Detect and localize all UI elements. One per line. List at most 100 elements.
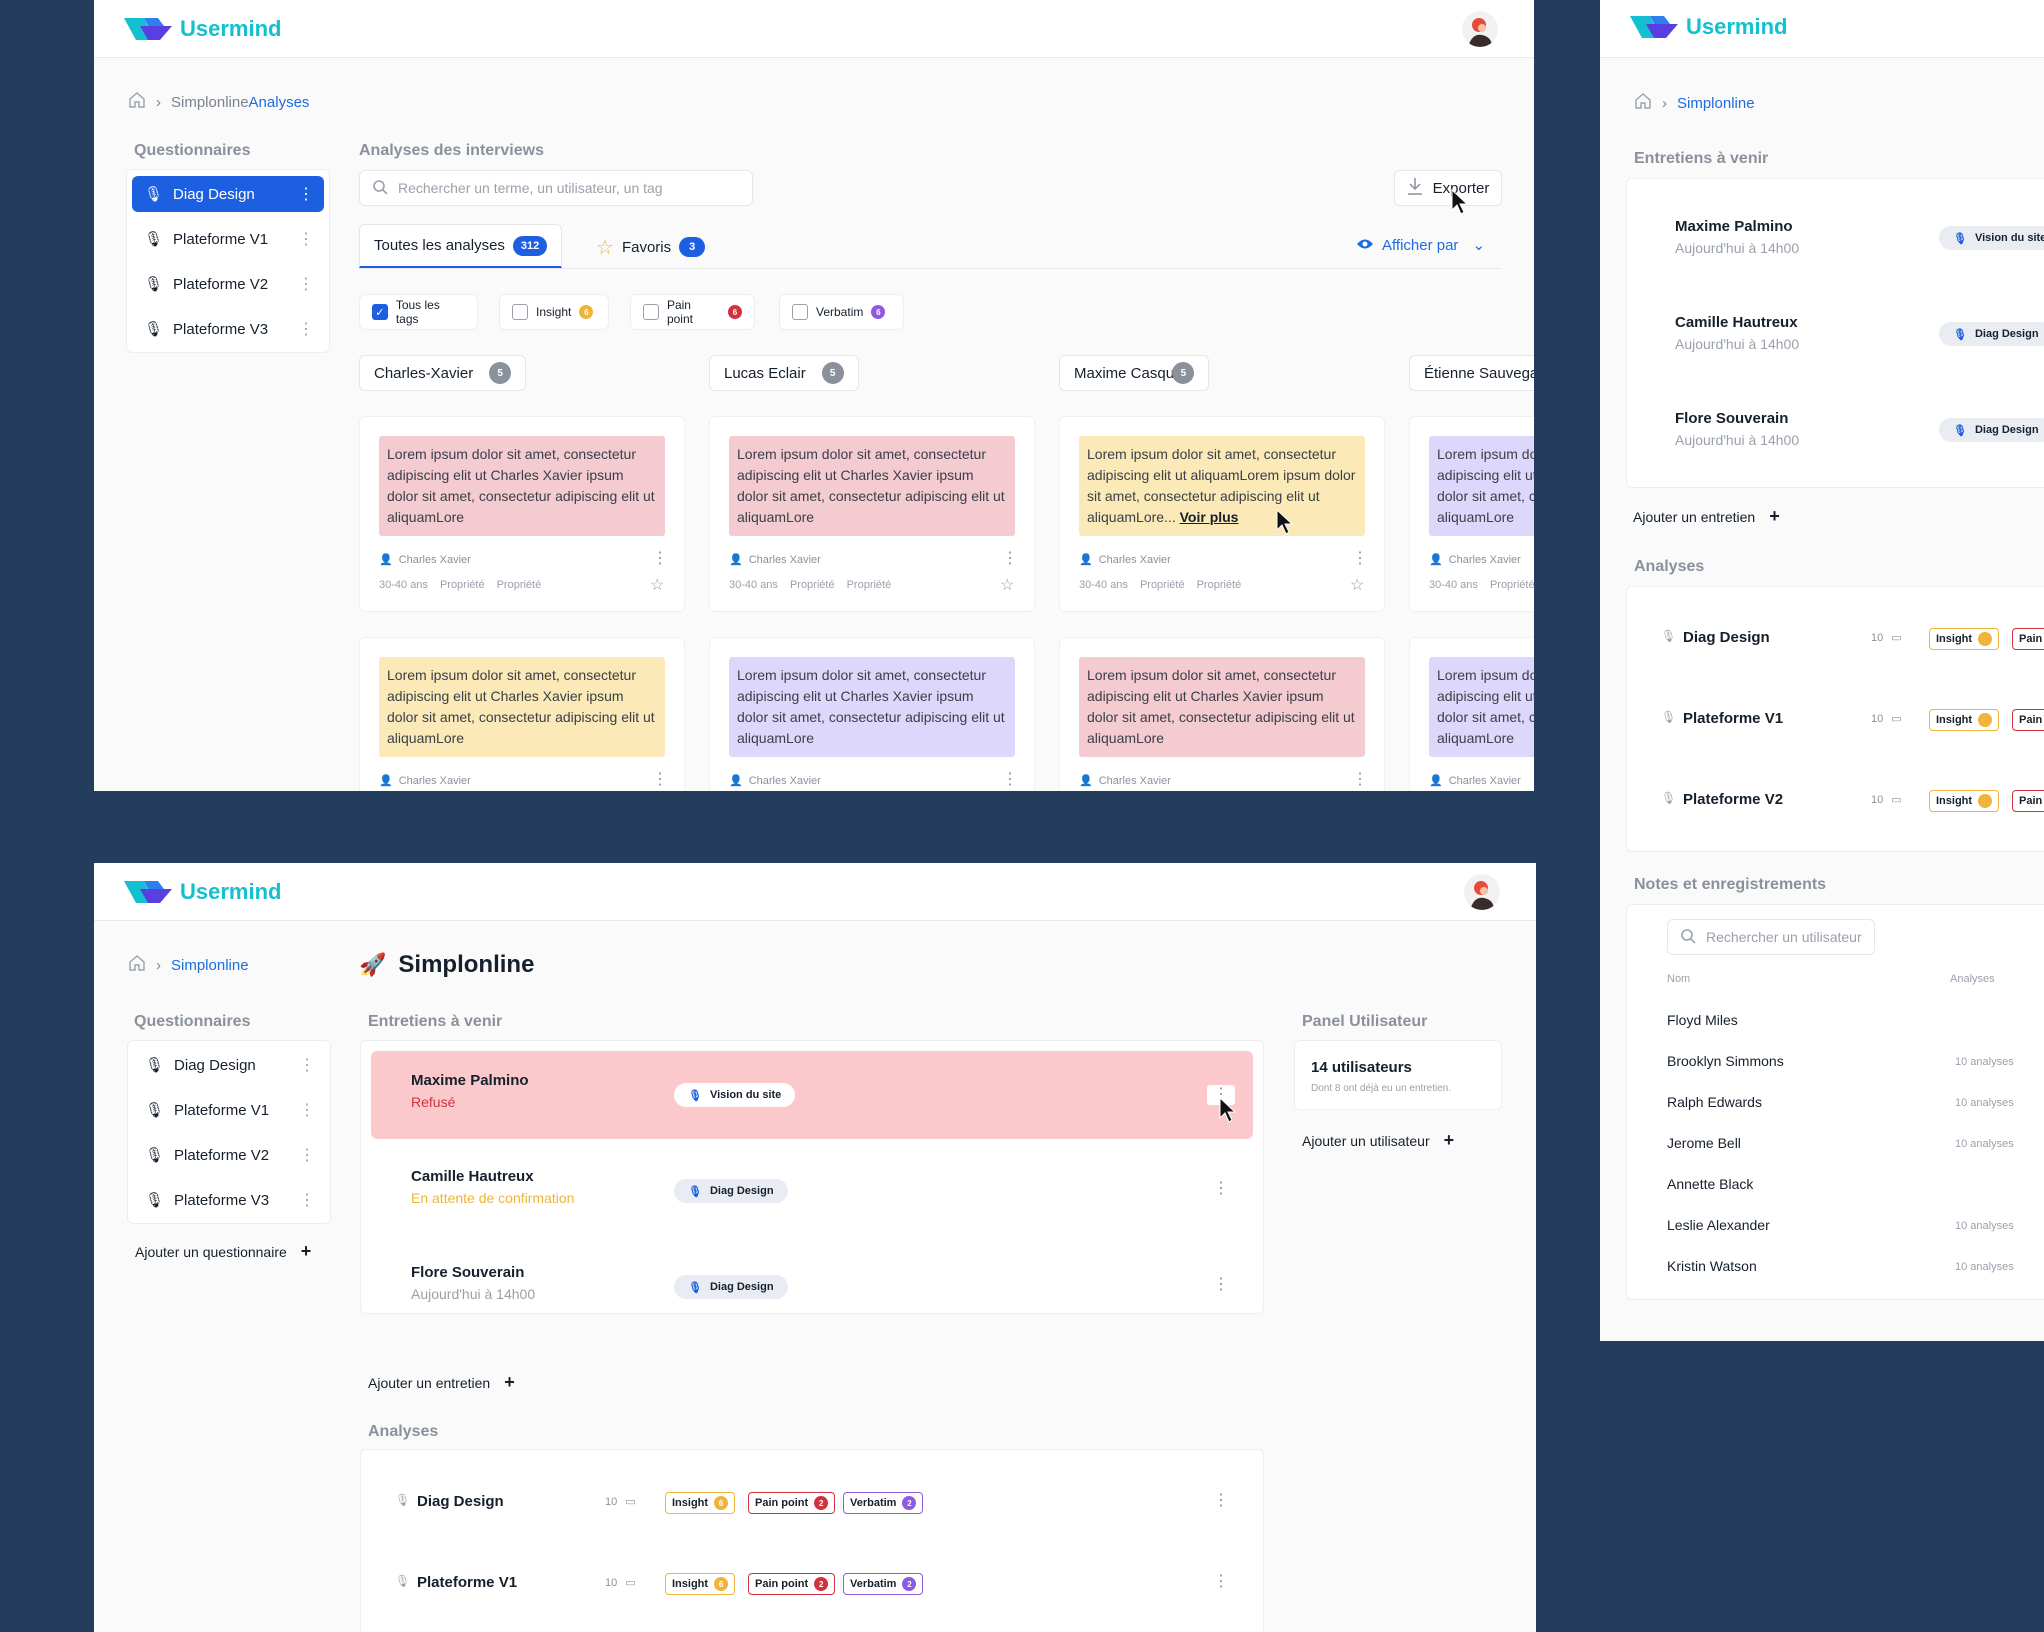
more-icon[interactable]: ⋮ — [1352, 772, 1368, 788]
more-icon[interactable]: ⋮ — [1002, 551, 1018, 567]
logo[interactable]: Usermind — [124, 16, 281, 42]
verbatim-tag[interactable]: Verbatim 2 — [843, 1492, 924, 1514]
more-icon[interactable]: ⋮ — [652, 551, 668, 567]
analysis-row[interactable] — [361, 1450, 1265, 1530]
interview-row-refused[interactable] — [371, 1051, 1253, 1139]
more-icon[interactable]: ⋮ — [652, 772, 668, 788]
add-interview-button[interactable]: Ajouter un entretien + — [368, 1372, 515, 1393]
home-icon[interactable] — [128, 91, 146, 113]
display-by-dropdown[interactable]: Afficher par ⌄ — [1356, 236, 1485, 254]
pain-point-tag[interactable]: Pain point 2 — [748, 1573, 836, 1595]
analysis-card[interactable]: Lorem ipsum dolor sit amet, consectetur … — [709, 637, 1035, 791]
checkbox-icon[interactable] — [512, 304, 528, 320]
questionnaire-item[interactable]: 🎙 Diag Design ⋮ — [132, 176, 324, 212]
questionnaire-item[interactable]: 🎙 Plateforme V2 ⋮ — [133, 1137, 325, 1173]
pain-point-tag[interactable]: Pain — [2012, 628, 2044, 650]
add-user-button[interactable]: Ajouter un utilisateur + — [1302, 1130, 1454, 1151]
more-icon[interactable]: ⋮ — [299, 1100, 315, 1120]
export-button[interactable]: Exporter — [1394, 170, 1502, 206]
questionnaire-item[interactable]: 🎙 Plateforme V3 ⋮ — [132, 311, 324, 347]
home-icon[interactable] — [1634, 92, 1652, 114]
user-row-name[interactable]: Annette Black — [1667, 1176, 1753, 1192]
questionnaire-chip[interactable]: 🎙 Diag Design — [1939, 322, 2044, 346]
pain-point-tag[interactable]: Pain point 2 — [748, 1492, 836, 1514]
user-row-name[interactable]: Jerome Bell — [1667, 1135, 1741, 1151]
insight-tag[interactable]: Insight 6 — [665, 1573, 736, 1595]
logo[interactable]: Usermind — [1630, 14, 1787, 40]
analysis-card[interactable]: Lorem ipsum dolor sit amet, consectetur … — [359, 637, 685, 791]
user-search-input[interactable]: Rechercher un utilisateur — [1667, 919, 1875, 955]
more-icon[interactable]: ⋮ — [298, 319, 314, 339]
breadcrumb-parent[interactable]: Simplonline — [171, 94, 249, 111]
user-row-name[interactable]: Brooklyn Simmons — [1667, 1053, 1784, 1069]
breadcrumb-parent[interactable]: Simplonline — [171, 957, 249, 974]
analysis-card[interactable]: Lorem ipsum dolor sit amet, consectetur … — [1409, 416, 1534, 612]
more-icon[interactable]: ⋮ — [1002, 772, 1018, 788]
questionnaire-item[interactable]: 🎙 Plateforme V3 ⋮ — [133, 1182, 325, 1218]
star-icon[interactable]: ☆ — [1000, 575, 1014, 595]
add-questionnaire-button[interactable]: Ajouter un questionnaire + — [135, 1241, 311, 1262]
more-icon[interactable]: ⋮ — [1213, 1181, 1229, 1197]
analysis-card[interactable]: Lorem ipsum dolor sit amet, consectetur … — [1059, 637, 1385, 791]
questionnaire-item[interactable]: 🎙 Plateforme V1 ⋮ — [133, 1092, 325, 1128]
logo[interactable]: Usermind — [124, 879, 281, 905]
tab-favorites[interactable]: ☆ Favoris 3 — [596, 234, 706, 260]
questionnaire-item[interactable]: 🎙 Plateforme V2 ⋮ — [132, 266, 324, 302]
user-row-name[interactable]: Floyd Miles — [1667, 1012, 1738, 1028]
person-column-header[interactable]: Étienne Sauvegarde — [1409, 355, 1534, 391]
filter-pain-point[interactable]: Pain point 6 — [630, 294, 755, 330]
checkbox-icon[interactable] — [643, 304, 659, 320]
filter-insight[interactable]: Insight 6 — [499, 294, 609, 330]
filter-verbatim[interactable]: Verbatim 6 — [779, 294, 904, 330]
user-row-name[interactable]: Leslie Alexander — [1667, 1217, 1770, 1233]
analysis-card[interactable]: Lorem ipsum dolor sit amet, consectetur … — [359, 416, 685, 612]
more-icon[interactable]: ⋮ — [1213, 1574, 1229, 1590]
analysis-card[interactable]: Lorem ipsum dolor sit amet, consectetur … — [1409, 637, 1534, 791]
more-icon[interactable]: ⋮ — [1213, 1277, 1229, 1293]
analysis-card[interactable]: Lorem ipsum dolor sit amet, consectetur … — [709, 416, 1035, 612]
insight-tag[interactable]: Insight — [1929, 628, 2000, 650]
interviews-heading: Entretiens à venir — [368, 1013, 503, 1030]
add-interview-button[interactable]: Ajouter un entretien + — [1633, 506, 1780, 527]
user-avatar[interactable] — [1462, 11, 1498, 47]
questionnaire-chip[interactable]: 🎙 Diag Design — [1939, 418, 2044, 442]
breadcrumb-parent[interactable]: Simplonline — [1677, 95, 1755, 112]
questionnaire-chip[interactable]: 🎙 Vision du site — [674, 1083, 796, 1107]
more-icon[interactable]: ⋮ — [1352, 551, 1368, 567]
insight-tag[interactable]: Insight — [1929, 709, 2000, 731]
home-icon[interactable] — [128, 954, 146, 976]
see-more-link[interactable]: Voir plus — [1180, 509, 1239, 525]
questionnaire-chip[interactable]: 🎙 Diag Design — [674, 1275, 788, 1299]
more-icon[interactable]: ⋮ — [299, 1145, 315, 1165]
questionnaire-item[interactable]: 🎙 Diag Design ⋮ — [133, 1047, 325, 1083]
more-icon[interactable]: ⋮ — [298, 229, 314, 249]
checkbox-icon[interactable] — [792, 304, 808, 320]
user-row-name[interactable]: Ralph Edwards — [1667, 1094, 1762, 1110]
more-icon[interactable]: ⋮ — [299, 1190, 315, 1210]
questionnaire-item[interactable]: 🎙 Plateforme V1 ⋮ — [132, 221, 324, 257]
user-avatar[interactable] — [1464, 874, 1500, 910]
person-column-header[interactable]: Lucas Eclair 5 — [709, 355, 859, 391]
insight-tag[interactable]: Insight — [1929, 790, 2000, 812]
filter-all-tags[interactable]: ✓ Tous les tags — [359, 294, 478, 330]
insight-tag[interactable]: Insight 6 — [665, 1492, 736, 1514]
person-column-header[interactable]: Maxime Casque 5 — [1059, 355, 1210, 391]
more-icon[interactable]: ⋮ — [298, 184, 314, 204]
analyses-search-input[interactable]: Rechercher un terme, un utilisateur, un … — [359, 170, 753, 206]
questionnaire-chip[interactable]: 🎙 Vision du site — [1939, 226, 2044, 250]
analysis-card[interactable]: Lorem ipsum dolor sit amet, consectetur … — [1059, 416, 1385, 612]
user-panel-card[interactable]: 14 utilisateurs Dont 8 ont déjà eu un en… — [1294, 1040, 1502, 1110]
user-row-name[interactable]: Kristin Watson — [1667, 1258, 1757, 1274]
star-icon[interactable]: ☆ — [1350, 575, 1364, 595]
more-icon[interactable]: ⋮ — [1213, 1493, 1229, 1509]
person-column-header[interactable]: Charles-Xavier 5 — [359, 355, 527, 391]
checkbox-checked-icon[interactable]: ✓ — [372, 304, 388, 320]
more-icon[interactable]: ⋮ — [298, 274, 314, 294]
questionnaire-chip[interactable]: 🎙 Diag Design — [674, 1179, 788, 1203]
star-icon[interactable]: ☆ — [650, 575, 664, 595]
more-icon[interactable]: ⋮ — [299, 1055, 315, 1075]
pain-point-tag[interactable]: Pain — [2012, 790, 2044, 812]
verbatim-tag[interactable]: Verbatim 2 — [843, 1573, 924, 1595]
tab-all-analyses[interactable]: Toutes les analyses 312 — [359, 224, 563, 268]
pain-point-tag[interactable]: Pain — [2012, 709, 2044, 731]
